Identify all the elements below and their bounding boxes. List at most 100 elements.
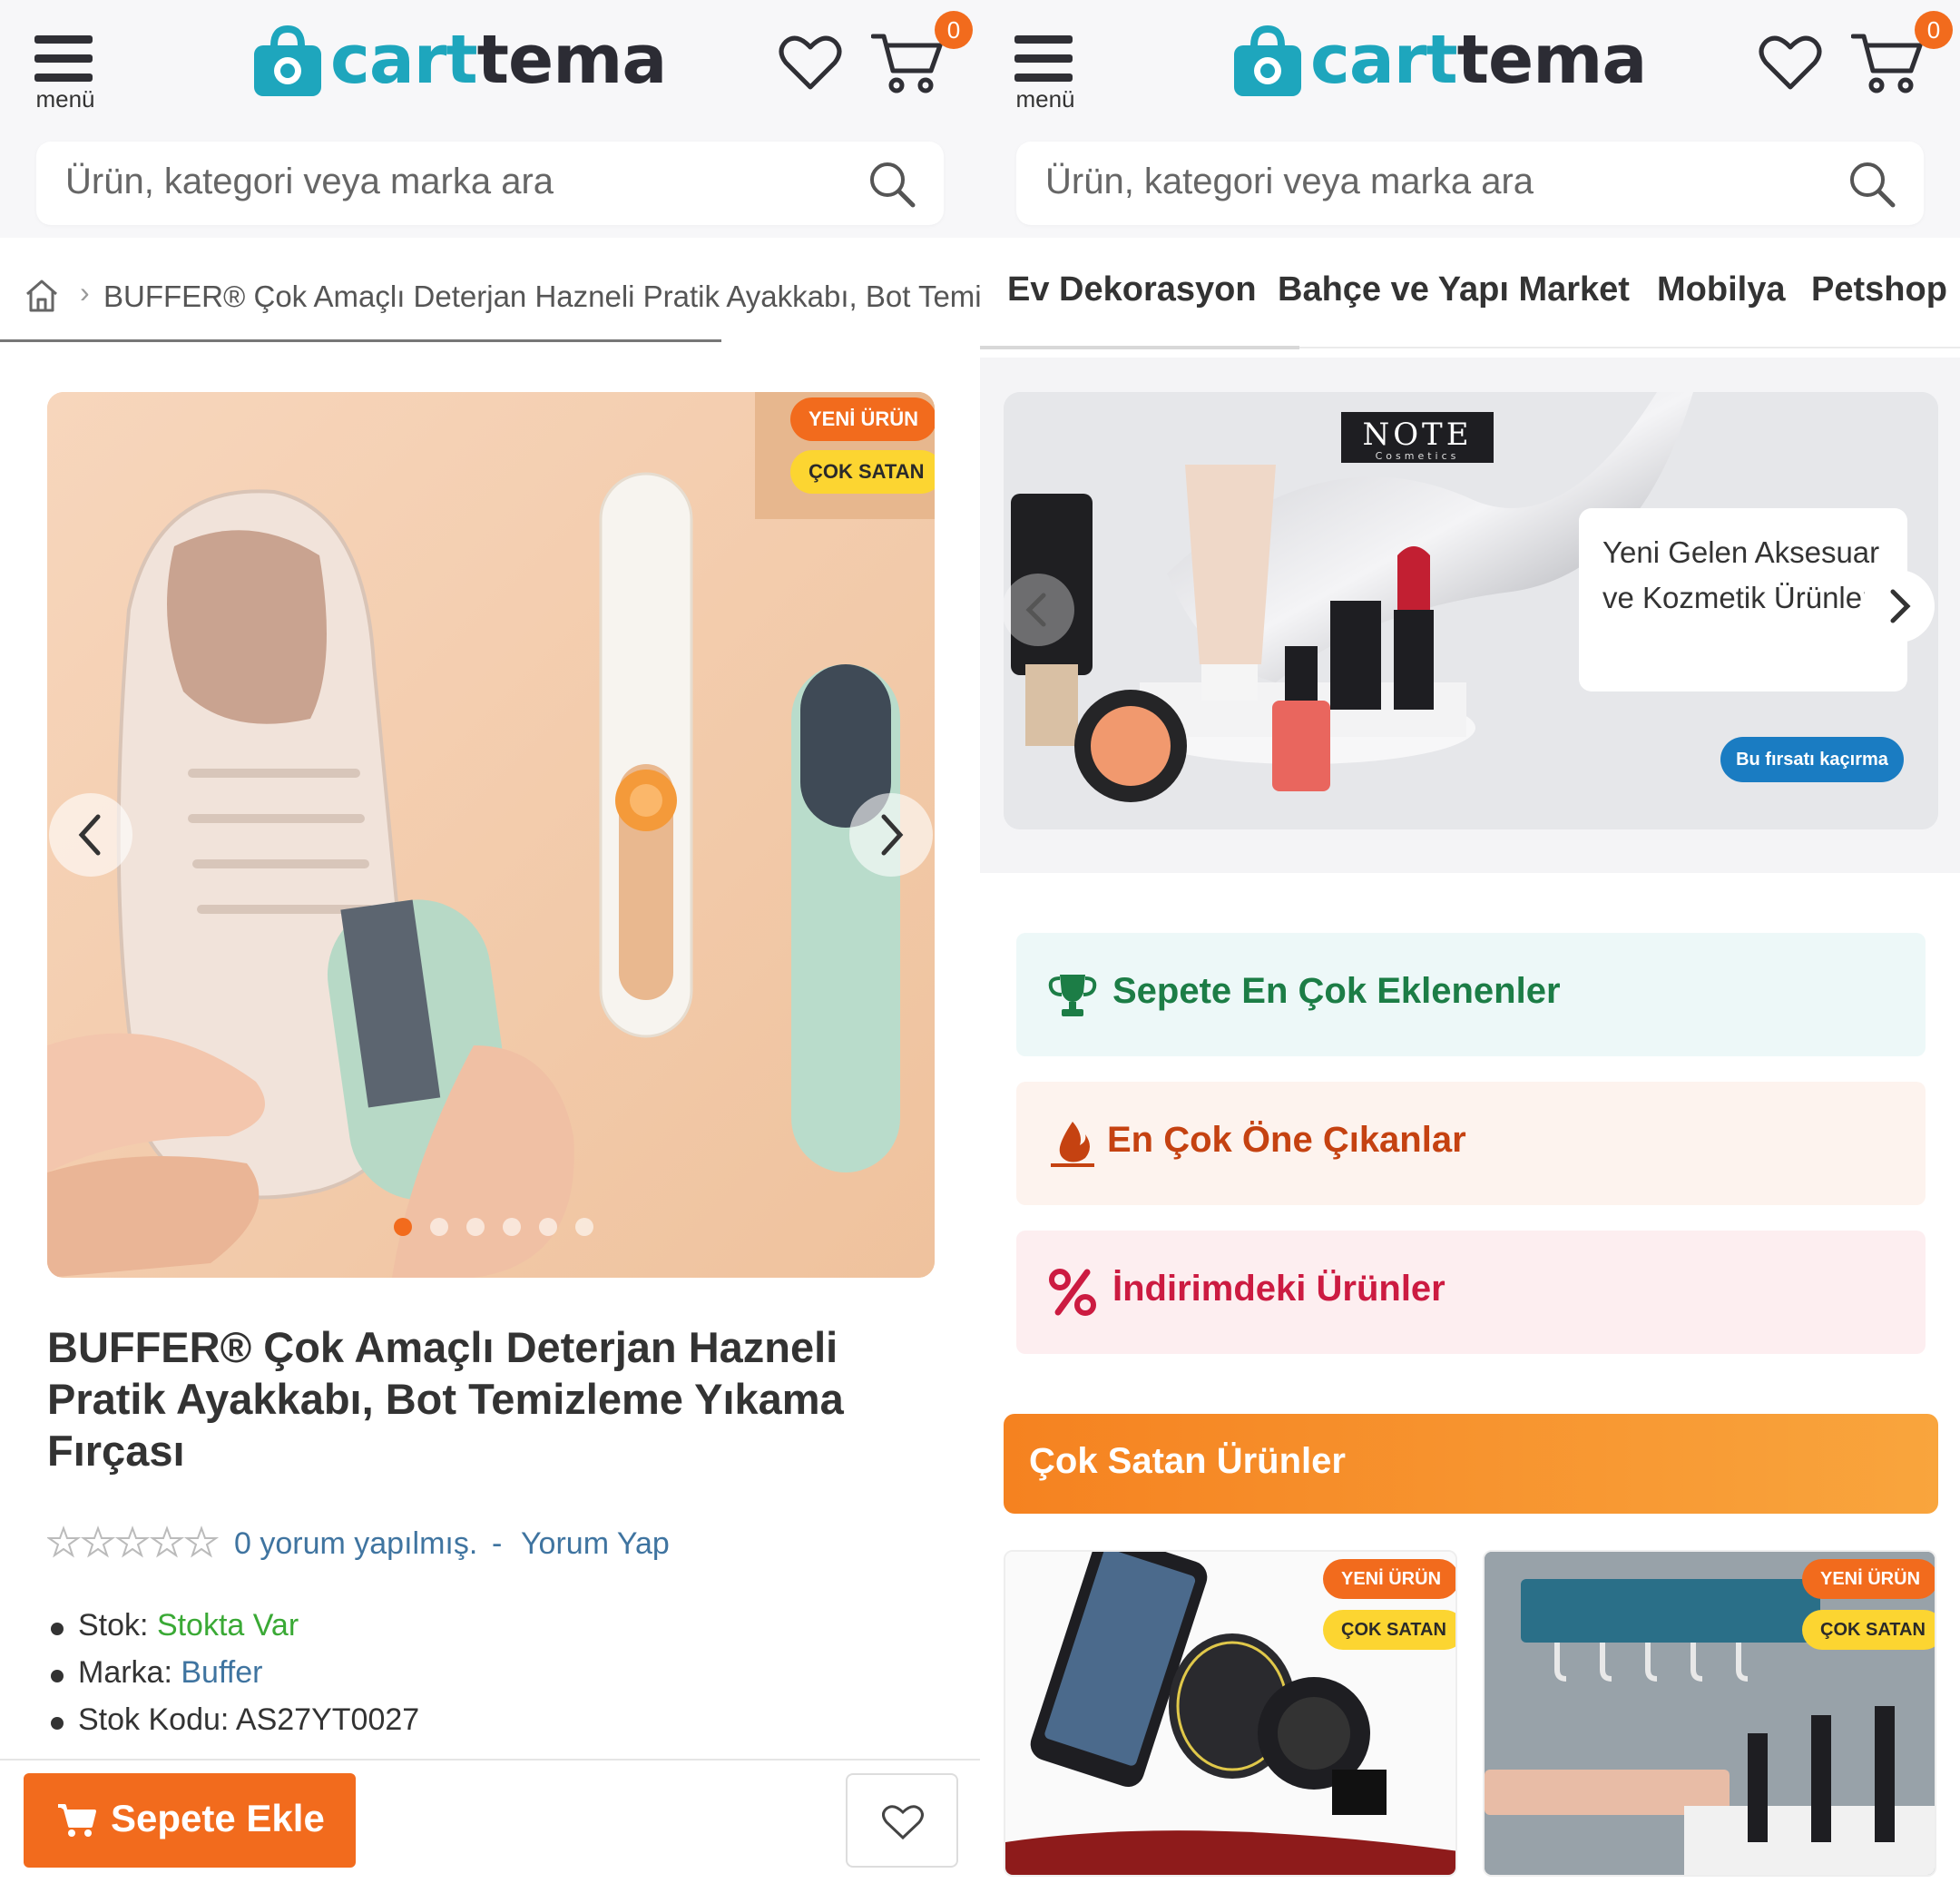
cart-icon[interactable]	[1851, 31, 1924, 96]
brand-label: Marka:	[78, 1655, 172, 1690]
category-link[interactable]: Mobilya	[1657, 270, 1785, 309]
category-nav: Ev Dekorasyon Bahçe ve Yapı Market Mobil…	[980, 263, 1960, 354]
wall-rack-product-image	[1485, 1552, 1935, 1875]
carousel-next-button[interactable]	[849, 793, 933, 877]
stock-value: Stokta Var	[156, 1608, 299, 1643]
banner-brand-sub: Cosmetics	[1376, 450, 1460, 462]
bullet-icon	[51, 1717, 64, 1730]
bullet-icon	[51, 1623, 64, 1635]
banner-headline: Yeni Gelen Aksesuar ve Kozmetik Ürünleri	[1602, 535, 1880, 614]
menu-label: menü	[35, 85, 95, 113]
chevron-right-icon	[881, 814, 904, 856]
logo-text-cart: cart	[1310, 21, 1458, 99]
logo-text-tema: tema	[476, 21, 668, 99]
bottom-action-bar: Sepete Ekle	[0, 1759, 980, 1893]
carousel-dot[interactable]	[466, 1218, 485, 1236]
add-to-cart-button[interactable]: Sepete Ekle	[24, 1773, 356, 1868]
promo-banner[interactable]: NOTE Cosmetics Yeni Gelen Aksesuar ve Ko…	[1004, 392, 1938, 829]
banner-next-button[interactable]	[1862, 570, 1935, 642]
feature-discounted[interactable]: İndirimdeki Ürünler	[1016, 1231, 1926, 1354]
favorites-heart-icon[interactable]	[779, 33, 842, 93]
phone-holder-product-image	[1005, 1552, 1455, 1875]
category-scroll-indicator	[980, 346, 1299, 349]
home-page-screen: menü carttema 0 Ürün, kategori veya mark…	[980, 0, 1960, 1893]
feature-label: İndirimdeki Ürünler	[1112, 1269, 1446, 1309]
product-card[interactable]: YENİ ÜRÜN ÇOK SATAN	[1483, 1550, 1936, 1877]
search-input[interactable]: Ürün, kategori veya marka ara	[1016, 142, 1924, 225]
search-input[interactable]: Ürün, kategori veya marka ara	[36, 142, 944, 225]
banner-prev-button[interactable]	[1004, 574, 1074, 646]
hamburger-icon-bar	[34, 74, 93, 82]
stock-info: Stok: Stokta Var	[47, 1608, 682, 1652]
site-logo[interactable]: carttema	[250, 20, 667, 102]
add-to-cart-label: Sepete Ekle	[111, 1797, 325, 1839]
cart-icon	[58, 1804, 96, 1837]
favorites-heart-icon[interactable]	[1759, 33, 1822, 93]
product-card[interactable]: YENİ ÜRÜN ÇOK SATAN	[1004, 1550, 1457, 1877]
cart-icon[interactable]	[871, 31, 944, 96]
bestsellers-title: Çok Satan Ürünler	[1029, 1441, 1346, 1481]
product-photo	[47, 392, 935, 1278]
hamburger-icon-bar	[1014, 54, 1073, 63]
shopping-bag-logo-icon	[254, 25, 321, 96]
badge-bestseller: ÇOK SATAN	[1323, 1610, 1455, 1650]
trophy-icon	[1048, 975, 1097, 1016]
hamburger-icon-bar	[34, 54, 93, 63]
carousel-dot[interactable]	[539, 1218, 557, 1236]
badge-new: YENİ ÜRÜN	[1323, 1559, 1455, 1599]
home-icon[interactable]	[24, 278, 60, 314]
banner-caption-card: Yeni Gelen Aksesuar ve Kozmetik Ürünleri	[1579, 508, 1907, 691]
brand-link[interactable]: Buffer	[181, 1655, 262, 1690]
bullet-icon	[51, 1670, 64, 1682]
feature-label: En Çok Öne Çıkanlar	[1107, 1120, 1466, 1160]
site-logo[interactable]: carttema	[1230, 20, 1647, 102]
badge-bestseller: ÇOK SATAN	[1802, 1610, 1935, 1650]
hamburger-icon	[34, 35, 93, 44]
carousel-prev-button[interactable]	[49, 793, 132, 877]
menu-button[interactable]: menü	[1014, 33, 1076, 114]
brand-line: Marka: Buffer	[78, 1655, 262, 1691]
write-review-link[interactable]: Yorum Yap	[521, 1526, 670, 1562]
feature-featured[interactable]: En Çok Öne Çıkanlar	[1016, 1082, 1926, 1205]
flame-icon	[1051, 1122, 1094, 1167]
feature-most-added[interactable]: Sepete En Çok Eklenenler	[1016, 933, 1926, 1056]
logo-text: carttema	[330, 21, 668, 99]
cart-count-badge: 0	[935, 11, 973, 49]
carousel-dot[interactable]	[430, 1218, 448, 1236]
product-title: BUFFER® Çok Amaçlı Deterjan Hazneli Prat…	[47, 1323, 844, 1475]
banner-cta-button[interactable]: Bu fırsatı kaçırma	[1720, 737, 1904, 782]
menu-label: menü	[1015, 85, 1075, 113]
search-placeholder: Ürün, kategori veya marka ara	[1045, 162, 1534, 201]
logo-text: carttema	[1310, 21, 1647, 99]
review-count-link[interactable]: 0 yorum yapılmış.	[234, 1526, 477, 1562]
category-link[interactable]: Petshop	[1811, 270, 1947, 309]
menu-button[interactable]: menü	[34, 33, 96, 114]
product-image-carousel[interactable]: YENİ ÜRÜN ÇOK SATAN	[47, 392, 935, 1278]
site-header: menü carttema 0	[980, 0, 1960, 136]
logo-text-cart: cart	[330, 21, 478, 99]
feature-label: Sepete En Çok Eklenenler	[1112, 971, 1561, 1011]
chevron-left-icon	[1025, 593, 1046, 627]
badge-new: YENİ ÜRÜN	[1802, 1559, 1935, 1599]
search-icon[interactable]	[867, 160, 916, 209]
cart-count-badge: 0	[1915, 11, 1953, 49]
search-icon[interactable]	[1847, 160, 1896, 209]
sku-label: Stok Kodu:	[78, 1702, 230, 1737]
badge-new: YENİ ÜRÜN	[790, 397, 935, 441]
search-placeholder: Ürün, kategori veya marka ara	[65, 162, 554, 201]
add-to-favorites-button[interactable]	[846, 1773, 958, 1868]
product-page-screen: menü carttema 0 Ürün, kategori veya mark…	[0, 0, 980, 1893]
stock-line: Stok: Stokta Var	[78, 1608, 299, 1643]
shopping-bag-logo-icon	[1234, 25, 1301, 96]
breadcrumb: › BUFFER® Çok Amaçlı Deterjan Hazneli Pr…	[0, 263, 980, 342]
breadcrumb-current[interactable]: BUFFER® Çok Amaçlı Deterjan Hazneli Prat…	[103, 280, 980, 314]
carousel-dot[interactable]	[394, 1218, 412, 1236]
hamburger-icon	[1014, 35, 1073, 44]
carousel-dot[interactable]	[503, 1218, 521, 1236]
carousel-dot[interactable]	[575, 1218, 593, 1236]
percent-icon	[1049, 1269, 1096, 1316]
heart-icon	[882, 1805, 924, 1840]
breadcrumb-scroll-indicator	[0, 339, 721, 342]
category-link[interactable]: Bahçe ve Yapı Market	[1278, 270, 1630, 309]
category-link[interactable]: Ev Dekorasyon	[1007, 270, 1257, 309]
